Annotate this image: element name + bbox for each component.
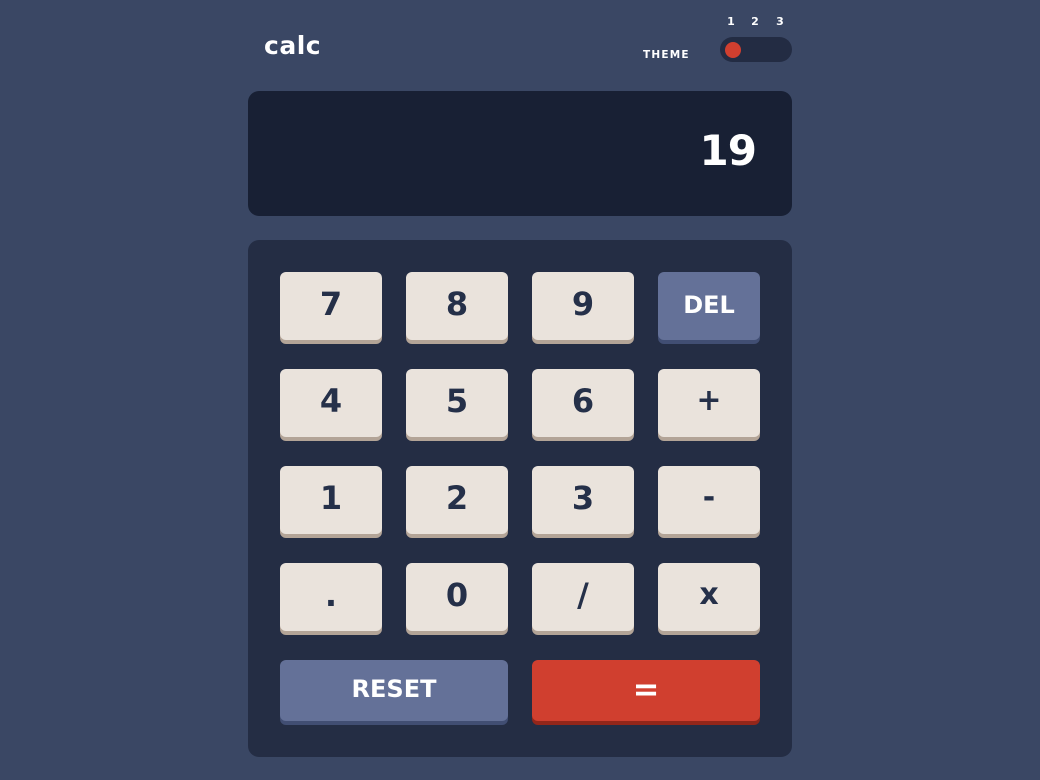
key-0[interactable]: 0 (406, 563, 508, 631)
key-multiply[interactable]: x (658, 563, 760, 631)
calculator-app: calc THEME 1 2 3 19 7 8 9 DEL 4 5 6 + 1 … (248, 0, 792, 780)
key-divide[interactable]: / (532, 563, 634, 631)
keypad: 7 8 9 DEL 4 5 6 + 1 2 3 - . 0 / x RESET … (248, 240, 792, 757)
reset-button[interactable]: RESET (280, 660, 508, 721)
key-5[interactable]: 5 (406, 369, 508, 437)
key-4[interactable]: 4 (280, 369, 382, 437)
key-1[interactable]: 1 (280, 466, 382, 534)
theme-numbers: 1 2 3 (721, 14, 792, 30)
equals-button[interactable]: = (532, 660, 760, 721)
delete-button[interactable]: DEL (658, 272, 760, 340)
theme-toggle[interactable] (720, 37, 792, 62)
key-8[interactable]: 8 (406, 272, 508, 340)
key-minus[interactable]: - (658, 466, 760, 534)
key-3[interactable]: 3 (532, 466, 634, 534)
logo: calc (264, 31, 322, 60)
header: calc THEME 1 2 3 (248, 0, 792, 91)
theme-label: THEME (643, 49, 690, 61)
key-7[interactable]: 7 (280, 272, 382, 340)
key-2[interactable]: 2 (406, 466, 508, 534)
key-9[interactable]: 9 (532, 272, 634, 340)
display-screen: 19 (248, 91, 792, 216)
toggle-knob-icon (725, 42, 741, 58)
key-6[interactable]: 6 (532, 369, 634, 437)
theme-option-1[interactable]: 1 (723, 14, 739, 30)
theme-option-2[interactable]: 2 (747, 14, 763, 30)
key-plus[interactable]: + (658, 369, 760, 437)
display-value: 19 (699, 126, 757, 175)
theme-option-3[interactable]: 3 (772, 14, 788, 30)
key-decimal[interactable]: . (280, 563, 382, 631)
